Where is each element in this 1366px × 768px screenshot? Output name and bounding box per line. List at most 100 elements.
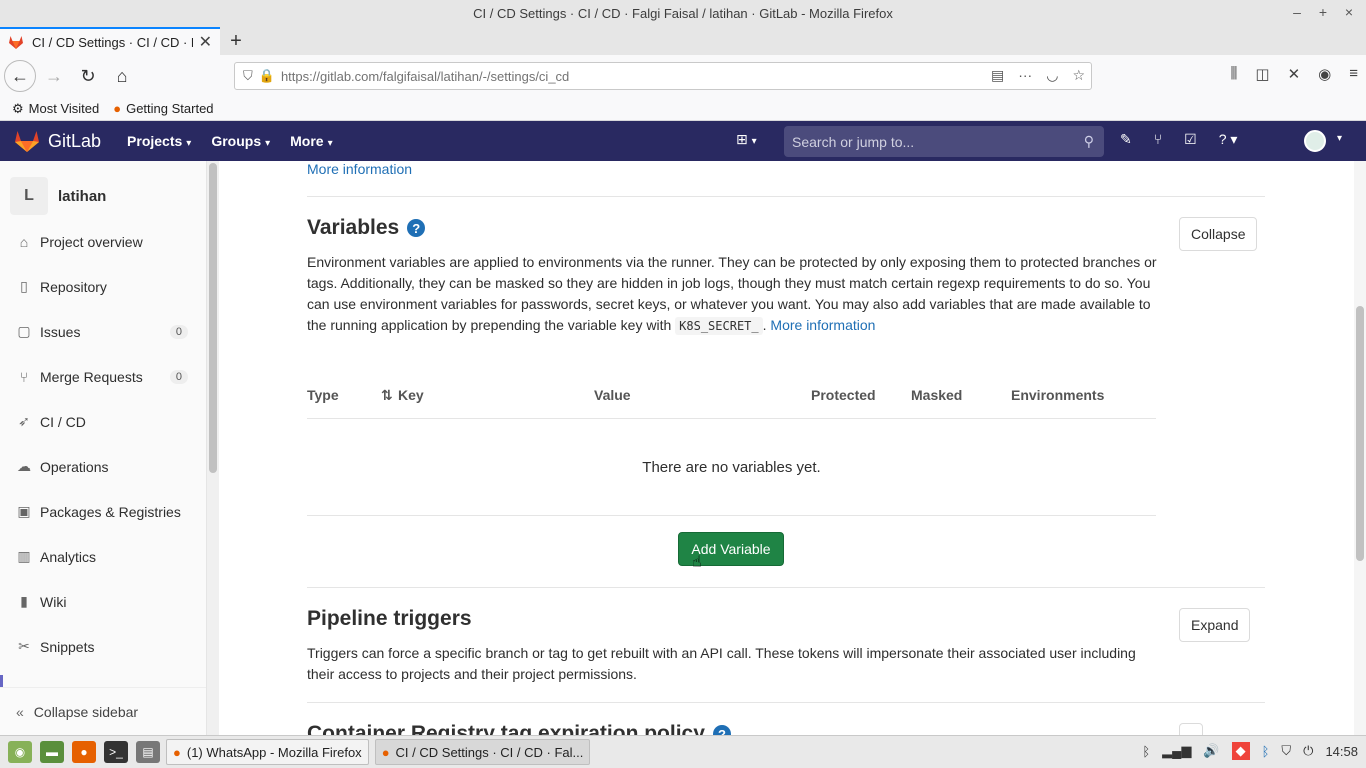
help-icon[interactable]: ? ▾	[1219, 131, 1238, 148]
url-bar[interactable]: ⛉ 🔒 https://gitlab.com/falgifaisal/latih…	[234, 62, 1092, 90]
sidebar-item-repository[interactable]: ▯ Repository	[0, 264, 206, 309]
bluetooth-icon[interactable]: ᛒ	[1142, 744, 1150, 759]
section-divider	[307, 587, 1265, 588]
bookmark-most-visited[interactable]: ⚙ Most Visited	[12, 101, 99, 117]
taskbar-window-whatsapp[interactable]: ● (1) WhatsApp - Mozilla Firefox	[166, 739, 369, 765]
firefox-icon: ●	[113, 101, 122, 116]
forward-button[interactable]: →	[38, 60, 70, 92]
firefox-launcher-icon[interactable]: ●	[72, 741, 96, 763]
reader-view-icon[interactable]: ▤	[991, 67, 1004, 84]
sidebar-item-project-overview[interactable]: ⌂ Project overview	[0, 219, 206, 264]
pocket-icon[interactable]: ◡	[1046, 67, 1058, 84]
page-actions-icon[interactable]: ···	[1018, 67, 1032, 84]
sidebar-item-merge-requests[interactable]: ⑂ Merge Requests 0	[0, 354, 206, 399]
sidebar-item-analytics[interactable]: ▥ Analytics	[0, 534, 206, 579]
window-controls: – + ×	[1290, 4, 1356, 20]
sidebar-item-snippets[interactable]: ✂ Snippets	[0, 624, 206, 669]
snippet-icon: ✂	[18, 638, 30, 654]
rocket-icon: ➶	[18, 413, 30, 429]
bookmark-star-icon[interactable]: ☆	[1072, 67, 1085, 84]
variables-table-header: Type ⇅ Key Value Protected Masked Enviro…	[307, 387, 1156, 419]
terminal-icon[interactable]: >_	[104, 741, 128, 763]
shield-icon[interactable]: ⛉	[243, 68, 253, 84]
gitlab-logo[interactable]: GitLab	[14, 129, 101, 153]
help-icon[interactable]: ?	[712, 725, 731, 735]
collapse-button[interactable]: Collapse	[1179, 217, 1258, 251]
sidebar-item-ci-cd[interactable]: ➶ CI / CD	[0, 399, 206, 444]
col-environments[interactable]: Environments	[1011, 387, 1104, 403]
gear-icon: ⚙	[12, 100, 24, 116]
page-scrollbar[interactable]	[1354, 161, 1366, 735]
sort-icon[interactable]: ⇅	[381, 387, 393, 404]
account-icon[interactable]: ◉	[1318, 65, 1331, 83]
url-path: /falgifaisal/latihan/-/settings/ci_cd	[379, 68, 570, 84]
show-desktop-icon[interactable]: ▬	[40, 741, 64, 763]
nav-groups[interactable]: Groups ▾	[211, 133, 270, 149]
os-taskbar: ◉ ▬ ● >_ ▤ ● (1) WhatsApp - Mozilla Fire…	[0, 735, 1366, 768]
close-tab-icon[interactable]: ✕	[199, 32, 212, 52]
double-chevron-left-icon: «	[16, 703, 24, 720]
sidebar-scrollbar[interactable]	[207, 161, 219, 735]
todo-icon[interactable]: ☑	[1184, 131, 1197, 148]
project-header[interactable]: L latihan	[0, 161, 206, 219]
variables-more-info-link[interactable]: More information	[770, 317, 875, 333]
shield-tray-icon[interactable]: ⛉	[1281, 743, 1291, 759]
collapse-sidebar-button[interactable]: « Collapse sidebar	[0, 687, 206, 735]
reload-button[interactable]: ↻	[72, 60, 104, 92]
col-key[interactable]: Key	[398, 387, 424, 403]
more-information-link[interactable]: More information	[307, 161, 412, 177]
sidebar-scroll-thumb[interactable]	[209, 163, 217, 473]
col-protected[interactable]: Protected	[811, 387, 876, 403]
container-registry-button[interactable]	[1179, 723, 1203, 735]
search-input[interactable]: Search or jump to... ⚲	[784, 126, 1104, 157]
merge-request-icon[interactable]: ⑂	[1154, 131, 1162, 148]
new-tab-button[interactable]: +	[220, 27, 252, 55]
tab-strip: CI / CD Settings · CI / CD · Fal ✕ +	[0, 27, 1366, 55]
taskbar-window-label: (1) WhatsApp - Mozilla Firefox	[186, 744, 362, 760]
page-scroll-thumb[interactable]	[1356, 306, 1364, 561]
chevron-down-icon: ▾	[751, 136, 757, 147]
taskbar-window-gitlab[interactable]: ● CI / CD Settings · CI / CD · Fal...	[374, 739, 591, 765]
sidebar-toggle-icon[interactable]: ◫	[1255, 65, 1269, 83]
window-titlebar: CI / CD Settings · CI / CD · Falgi Faisa…	[0, 0, 1366, 27]
extension-x-icon[interactable]: ✕	[1288, 65, 1301, 83]
help-icon[interactable]: ?	[407, 219, 426, 237]
chevron-down-icon[interactable]: ▾	[1337, 133, 1342, 144]
maximize-button[interactable]: +	[1316, 4, 1330, 20]
sidebar-item-operations[interactable]: ☁ Operations	[0, 444, 206, 489]
mint-menu-icon[interactable]: ◉	[8, 741, 32, 763]
browser-navbar: ← → ↻ ⌂ ⛉ 🔒 https://gitlab.com/falgifais…	[0, 55, 1366, 97]
library-icon[interactable]: ⫼	[1230, 65, 1237, 83]
col-value[interactable]: Value	[594, 387, 631, 403]
firefox-icon: ●	[381, 744, 390, 760]
files-icon[interactable]: ▤	[136, 741, 160, 763]
sidebar-item-packages[interactable]: ▣ Packages & Registries	[0, 489, 206, 534]
power-icon[interactable]: ⏻	[1303, 743, 1313, 759]
book-icon: ▮	[20, 593, 28, 609]
nav-projects[interactable]: Projects ▾	[127, 133, 191, 149]
volume-icon[interactable]: 🔊	[1203, 743, 1219, 759]
lock-icon[interactable]: 🔒	[259, 68, 275, 84]
minimize-button[interactable]: –	[1290, 4, 1304, 20]
col-masked[interactable]: Masked	[911, 387, 962, 403]
sidebar-item-wiki[interactable]: ▮ Wiki	[0, 579, 206, 624]
expand-button[interactable]: Expand	[1179, 608, 1251, 642]
col-type[interactable]: Type	[307, 387, 339, 403]
bookmark-getting-started[interactable]: ● Getting Started	[113, 101, 213, 116]
sidebar-item-issues[interactable]: ▢ Issues 0	[0, 309, 206, 354]
new-item-dropdown[interactable]: ⊞ ▾	[736, 131, 757, 148]
back-button[interactable]: ←	[4, 60, 36, 92]
menu-icon[interactable]: ≡	[1349, 65, 1358, 83]
close-window-button[interactable]: ×	[1342, 4, 1356, 20]
home-button[interactable]: ⌂	[106, 60, 138, 92]
browser-tab[interactable]: CI / CD Settings · CI / CD · Fal ✕	[0, 27, 220, 55]
tab-title: CI / CD Settings · CI / CD · Fal	[32, 34, 193, 50]
avatar[interactable]	[1304, 130, 1326, 152]
network-icon[interactable]: ▂▄▆	[1162, 743, 1191, 759]
system-tray: ᛒ ▂▄▆ 🔊 ◆ ᛒ ⛉ ⏻ 14:58	[1142, 742, 1358, 760]
anydesk-icon[interactable]: ◆	[1231, 742, 1250, 760]
nav-more[interactable]: More ▾	[290, 133, 332, 149]
section-title-text: Container Registry tag expiration policy	[307, 722, 705, 735]
bluetooth-tray-icon[interactable]: ᛒ	[1262, 744, 1270, 759]
issues-icon[interactable]: ✎	[1120, 131, 1132, 148]
